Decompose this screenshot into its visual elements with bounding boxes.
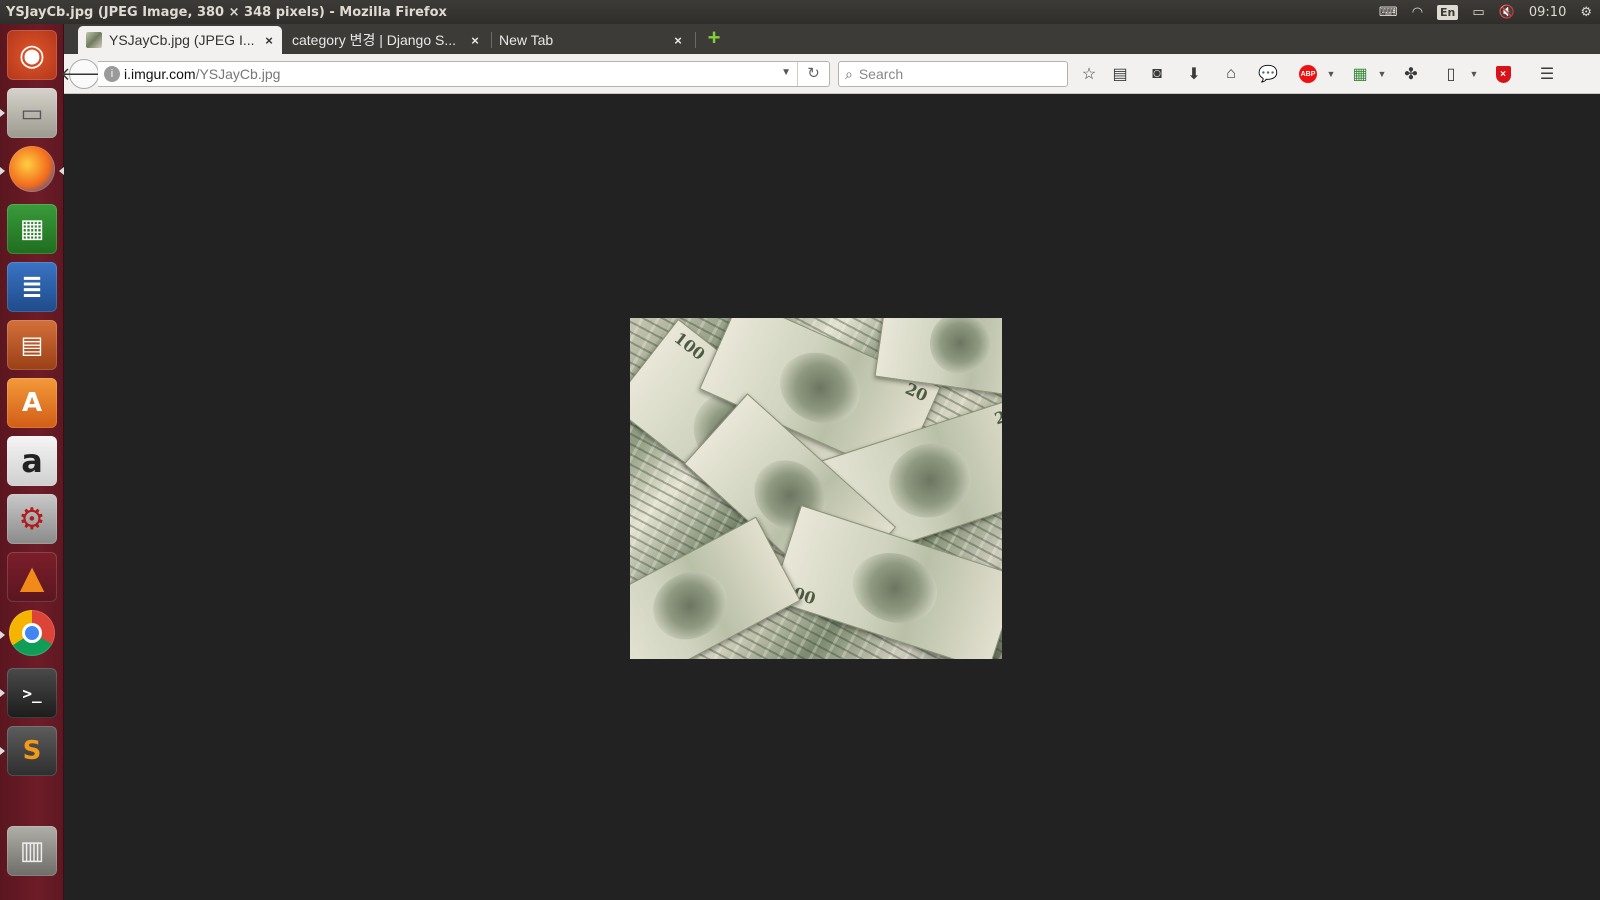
portrait-shape [879,433,981,528]
image-favicon-icon [86,32,102,48]
running-indicator [0,167,5,175]
chevron-down-icon[interactable]: ▼ [1463,63,1485,85]
tab-label: YSJayCb.jpg (JPEG I... [109,32,255,48]
search-input[interactable]: ⌕ Search [838,61,1068,87]
top-panel: YSJayCb.jpg (JPEG Image, 380 × 348 pixel… [0,0,1600,24]
ubuntu-dash-icon[interactable]: ◉ [7,30,57,80]
tab-separator [695,32,696,48]
tab-new[interactable]: New Tab × [491,26,691,54]
trash-icon[interactable]: ▥ [7,826,57,876]
navigation-toolbar: 🡐 i i.imgur.com/YSJayCb.jpg ▼ ↻ ⌕ Search… [60,54,1600,94]
terminal-icon[interactable]: >_ [7,668,57,718]
close-icon[interactable]: × [260,33,278,48]
tab-image[interactable]: YSJayCb.jpg (JPEG I... × [78,26,282,54]
extension-grid-icon[interactable]: ▦ [1349,63,1371,85]
sublime-text-icon[interactable]: S [7,726,57,776]
search-icon: ⌕ [845,65,853,82]
chat-icon[interactable]: 💬 [1257,63,1279,85]
system-settings-icon[interactable]: ⚙ [7,494,57,544]
extension-puzzle-icon[interactable]: ✤ [1400,63,1422,85]
firefox-window: YSJayCb.jpg (JPEG I... × category 변경 | D… [60,24,1600,900]
tab-label: New Tab [499,32,554,48]
amazon-icon[interactable]: a [7,436,57,486]
running-indicator [0,109,5,117]
home-icon[interactable]: ⌂ [1220,63,1242,85]
close-icon[interactable]: × [669,33,687,48]
running-indicator [0,689,5,697]
language-indicator[interactable]: En [1437,4,1459,20]
portrait-shape [925,318,994,378]
clipboard-icon[interactable]: ▯ [1440,63,1462,85]
url-path: /YSJayCb.jpg [195,66,281,82]
url-host: i.imgur.com [124,66,196,82]
search-placeholder: Search [858,66,904,82]
chevron-down-icon[interactable]: ▼ [1371,63,1393,85]
battery-icon[interactable]: ▭ [1472,5,1484,20]
software-center-icon[interactable]: A [7,378,57,428]
downloads-icon[interactable]: ⬇ [1183,63,1205,85]
portrait-shape [843,541,947,634]
tab-label: category 변경 | Django S... [292,32,457,48]
new-tab-button[interactable]: + [704,27,724,49]
ublock-shield-icon[interactable]: × [1492,63,1514,85]
back-button[interactable]: 🡐 [60,59,108,89]
libreoffice-writer-icon[interactable]: ≣ [7,262,57,312]
system-tray: ⌨ ◠ En ▭ 🔇 09:10 ⚙ [1379,4,1600,20]
bookmark-star-icon[interactable]: ☆ [1078,63,1100,85]
chevron-down-icon[interactable]: ▼ [1320,63,1342,85]
reload-icon[interactable]: ↻ [797,62,829,86]
launcher: ◉ ▭ ▦ ≣ ▤ A a ⚙ ▲ >_ S ▥ [0,24,64,900]
money-image: 100 20 20 100 [630,318,1002,659]
window-title: YSJayCb.jpg (JPEG Image, 380 × 348 pixel… [6,4,447,20]
close-icon[interactable]: × [466,33,484,48]
history-dropdown-icon[interactable]: ▼ [781,67,791,78]
gear-icon[interactable]: ⚙ [1580,5,1592,20]
portrait-shape [641,559,739,652]
pocket-icon[interactable]: ◙ [1146,63,1168,85]
portrait-shape [768,339,872,437]
libreoffice-impress-icon[interactable]: ▤ [7,320,57,370]
vlc-icon[interactable]: ▲ [7,552,57,602]
running-indicator [0,747,5,755]
running-indicator [0,631,5,639]
libreoffice-calc-icon[interactable]: ▦ [7,204,57,254]
tab-django[interactable]: category 변경 | Django S... × [284,26,488,54]
files-icon[interactable]: ▭ [7,88,57,138]
bookmarks-list-icon[interactable]: ▤ [1109,63,1131,85]
adblock-plus-icon[interactable]: ABP [1297,63,1319,85]
clock[interactable]: 09:10 [1529,5,1566,20]
site-identity-icon[interactable]: i [104,66,120,82]
menu-icon[interactable]: ☰ [1536,63,1558,85]
tab-strip: YSJayCb.jpg (JPEG I... × category 변경 | D… [64,24,1600,54]
url-bar[interactable]: i i.imgur.com/YSJayCb.jpg ▼ ↻ [98,61,830,87]
keyboard-icon[interactable]: ⌨ [1379,5,1398,20]
content-viewport: 100 20 20 100 [64,95,1600,900]
wifi-icon[interactable]: ◠ [1412,5,1423,20]
volume-muted-icon[interactable]: 🔇 [1499,5,1515,20]
chrome-icon[interactable] [9,610,55,656]
firefox-icon[interactable] [9,146,55,192]
